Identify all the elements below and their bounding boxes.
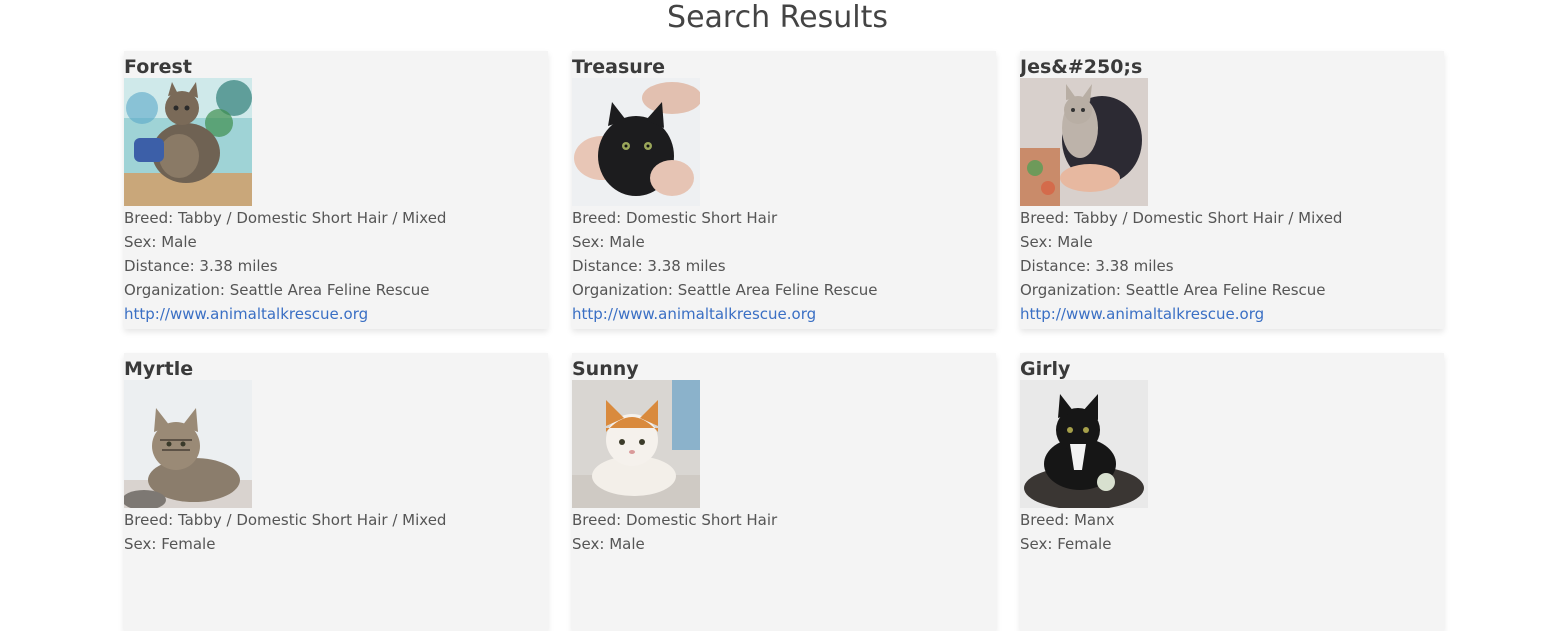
distance-text: Distance: 3.38 miles [1020,257,1174,275]
sex-text: Sex: Male [1020,233,1093,251]
result-card-forest[interactable]: Forest Breed: Tabby / Domestic Short Hai… [124,51,548,329]
pet-photo[interactable] [1020,380,1148,508]
pet-name[interactable]: Myrtle [124,353,548,380]
pet-photo[interactable] [1020,78,1148,206]
breed-text: Breed: Tabby / Domestic Short Hair / Mix… [124,511,447,529]
breed-text: Breed: Tabby / Domestic Short Hair / Mix… [124,209,447,227]
organization-text: Organization: Seattle Area Feline Rescue [572,281,878,299]
page-title: Search Results [667,0,888,35]
breed-text: Breed: Tabby / Domestic Short Hair / Mix… [1020,209,1343,227]
results-grid: Forest Breed: Tabby / Domestic Short Hai… [124,51,1444,631]
pet-name[interactable]: Sunny [572,353,996,380]
pet-photo[interactable] [572,380,700,508]
pet-name[interactable]: Jes&#250;s [1020,51,1444,78]
sex-text: Sex: Female [124,535,216,553]
breed-text: Breed: Manx [1020,511,1115,529]
sex-text: Sex: Female [1020,535,1112,553]
sex-text: Sex: Male [124,233,197,251]
result-card-sunny[interactable]: Sunny Breed: Domestic Short Hair Sex: Ma… [572,353,996,631]
pet-photo[interactable] [572,78,700,206]
pet-photo[interactable] [124,380,252,508]
breed-text: Breed: Domestic Short Hair [572,209,778,227]
result-card-girly[interactable]: Girly Breed: Manx Sex: Female [1020,353,1444,631]
organization-link[interactable]: http://www.animaltalkrescue.org [572,302,996,326]
sex-text: Sex: Male [572,535,645,553]
result-card-jesus[interactable]: Jes&#250;s Breed: Tabby / Domestic Short… [1020,51,1444,329]
pet-name[interactable]: Treasure [572,51,996,78]
organization-link[interactable]: http://www.animaltalkrescue.org [124,302,548,326]
distance-text: Distance: 3.38 miles [572,257,726,275]
result-card-treasure[interactable]: Treasure Breed: Domestic Short Hair Sex:… [572,51,996,329]
organization-text: Organization: Seattle Area Feline Rescue [124,281,430,299]
result-card-myrtle[interactable]: Myrtle Breed: Tabby / Domestic Short Hai… [124,353,548,631]
pet-photo[interactable] [124,78,252,206]
pet-name[interactable]: Girly [1020,353,1444,380]
organization-link[interactable]: http://www.animaltalkrescue.org [1020,302,1444,326]
sex-text: Sex: Male [572,233,645,251]
distance-text: Distance: 3.38 miles [124,257,278,275]
organization-text: Organization: Seattle Area Feline Rescue [1020,281,1326,299]
pet-name[interactable]: Forest [124,51,548,78]
breed-text: Breed: Domestic Short Hair [572,511,778,529]
